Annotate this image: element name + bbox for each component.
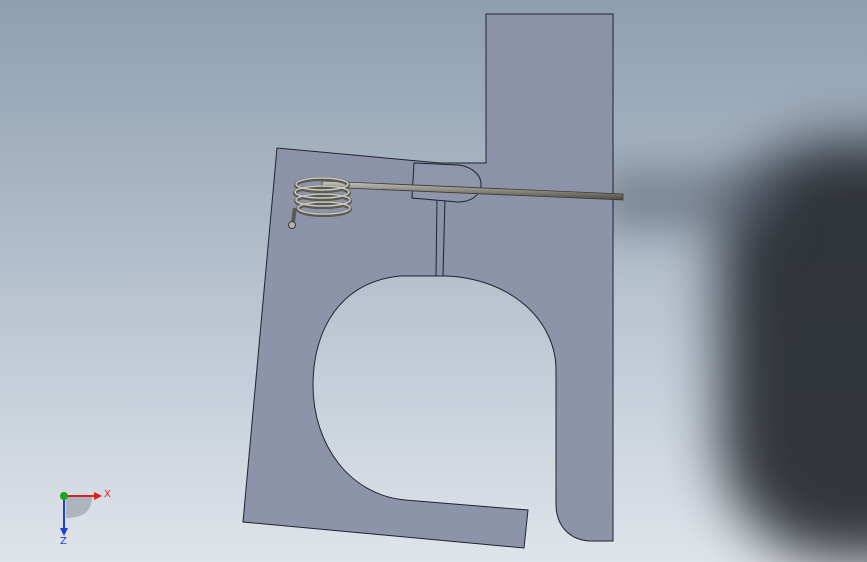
triad-plane [66,496,92,518]
y-axis-dot [60,492,68,500]
z-axis-arrow [60,528,68,536]
orientation-triad[interactable]: X Z [48,482,118,546]
x-axis-arrow [94,492,102,500]
spring-leg-end [288,221,296,229]
latch-pocket[interactable] [411,162,482,203]
graphics-viewport[interactable]: X Z [0,0,867,562]
clamp-plate-body[interactable] [242,13,614,549]
spring-leg[interactable] [291,207,297,223]
x-axis-label: X [104,489,111,500]
model-view[interactable] [0,0,867,562]
z-axis-label: Z [60,536,67,546]
